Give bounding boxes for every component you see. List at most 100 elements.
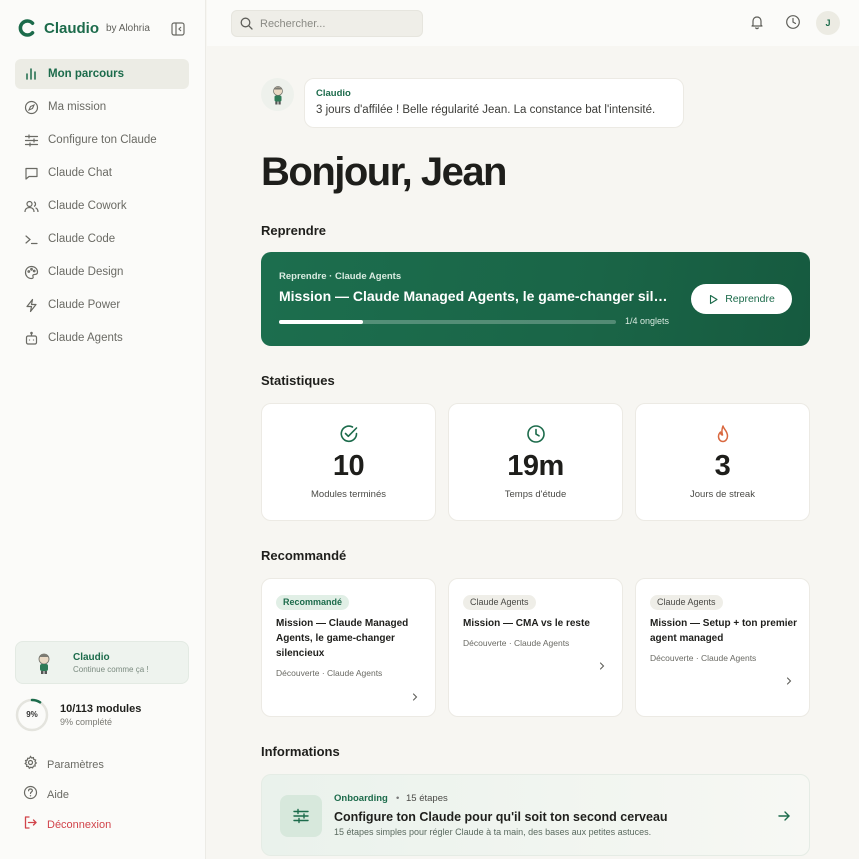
sliders-icon — [293, 808, 309, 824]
sidebar-collapse-icon[interactable] — [171, 22, 185, 36]
chevron-right-icon — [786, 677, 792, 685]
search-input[interactable] — [260, 17, 410, 30]
sidebar-item-label: Claude Cowork — [48, 200, 127, 212]
flame-icon — [717, 425, 729, 443]
claudio-logo-icon — [18, 19, 35, 37]
claudio-card-name: Claudio — [73, 652, 110, 663]
sidebar-item-claude-code[interactable]: Claude Code — [15, 224, 189, 254]
recommended-title: Mission — CMA vs le reste — [463, 618, 590, 629]
stat-label: Temps d'étude — [504, 489, 567, 500]
sidebar-item-aide[interactable]: Aide — [15, 780, 189, 810]
brand-name: Claudio — [44, 19, 99, 37]
chevron-right-icon — [412, 693, 418, 701]
users-icon — [23, 198, 39, 214]
message-sender: Claudio — [316, 88, 351, 99]
resume-progress-bar — [279, 320, 616, 324]
section-title-recommande: Recommandé — [261, 548, 347, 563]
stat-value: 19m — [507, 450, 564, 482]
section-title-reprendre: Reprendre — [261, 223, 327, 238]
sidebar-item-label: Configure ton Claude — [48, 134, 157, 146]
modules-progress: 9% 10/113 modules 9% complété — [15, 698, 189, 734]
claudio-avatar — [261, 78, 294, 111]
help-icon — [23, 785, 38, 805]
sidebar-item-configure[interactable]: Configure ton Claude — [15, 125, 189, 155]
palette-icon — [23, 264, 39, 280]
recommended-meta: Découverte · Claude Agents — [650, 653, 757, 663]
recommended-card[interactable]: Claude Agents Mission — Setup + ton prem… — [635, 578, 810, 717]
sidebar: Claudio by Alohria Mon parcours Ma missi… — [0, 0, 206, 859]
recommended-badge: Claude Agents — [463, 595, 536, 610]
sidebar-item-label: Ma mission — [48, 101, 107, 113]
sidebar-item-label: Déconnexion — [47, 819, 112, 831]
recommended-meta: Découverte · Claude Agents — [463, 638, 570, 648]
sidebar-item-label: Claude Agents — [48, 332, 123, 344]
terminal-icon — [23, 231, 39, 247]
sidebar-item-deconnexion[interactable]: Déconnexion — [15, 810, 189, 840]
avatar[interactable]: J — [816, 11, 840, 35]
history-icon[interactable] — [785, 14, 801, 30]
claudio-mascot-icon — [38, 653, 50, 674]
brand-by: by Alohria — [106, 22, 150, 34]
info-separator: • — [396, 793, 400, 804]
search-box[interactable] — [231, 10, 423, 37]
recommended-badge: Claude Agents — [650, 595, 723, 610]
sidebar-item-label: Paramètres — [47, 759, 104, 771]
resume-progress-fill — [279, 320, 364, 324]
recommended-card[interactable]: Claude Agents Mission — CMA vs le reste … — [448, 578, 623, 717]
info-tag: Onboarding — [334, 793, 388, 804]
claudio-mascot-card: Claudio Continue comme ça ! — [15, 641, 189, 684]
play-icon — [710, 294, 718, 304]
page-title: Bonjour, Jean — [261, 150, 508, 194]
bolt-icon — [23, 297, 39, 313]
clock-icon — [527, 425, 545, 443]
info-card-icon — [280, 795, 322, 837]
stat-label: Jours de streak — [690, 489, 755, 500]
chevron-right-icon — [599, 662, 605, 670]
resume-label: Reprendre · Claude Agents — [279, 271, 402, 282]
sidebar-nav: Mon parcours Ma mission Configure ton Cl… — [15, 59, 189, 356]
info-card-onboarding[interactable]: Onboarding • 15 étapes Configure ton Cla… — [261, 774, 810, 856]
resume-button[interactable]: Reprendre — [691, 284, 792, 314]
sidebar-item-claude-agents[interactable]: Claude Agents — [15, 323, 189, 353]
sidebar-item-claude-design[interactable]: Claude Design — [15, 257, 189, 287]
section-title-statistiques: Statistiques — [261, 373, 335, 388]
info-steps: 15 étapes — [406, 793, 448, 804]
sidebar-item-ma-mission[interactable]: Ma mission — [15, 92, 189, 122]
arrow-right-icon[interactable] — [777, 809, 791, 823]
recommended-title: Mission — Claude Managed Agents, le game… — [276, 618, 409, 659]
resume-progress-count: 1/4 onglets — [625, 316, 670, 326]
bell-icon[interactable] — [749, 14, 765, 30]
bar-chart-icon — [23, 66, 39, 82]
main-content: Claudio 3 jours d'affilée ! Belle régula… — [261, 46, 810, 859]
sidebar-item-claude-chat[interactable]: Claude Chat — [15, 158, 189, 188]
info-subtitle: 15 étapes simples pour régler Claude à t… — [334, 827, 652, 837]
chat-icon — [23, 165, 39, 181]
stat-card-time: 19m Temps d'étude — [448, 403, 623, 521]
stat-label: Modules terminés — [311, 489, 386, 500]
sidebar-item-parametres[interactable]: Paramètres — [15, 750, 189, 780]
sidebar-item-claude-power[interactable]: Claude Power — [15, 290, 189, 320]
resume-title: Mission — Claude Managed Agents, le game… — [279, 288, 675, 304]
topbar: J — [207, 0, 859, 46]
progress-ring-label: 9% — [26, 710, 38, 719]
stat-card-streak: 3 Jours de streak — [635, 403, 810, 521]
recommended-title: Mission — Setup + ton premier agent mana… — [650, 618, 797, 644]
resume-card[interactable]: Reprendre · Claude Agents Mission — Clau… — [261, 252, 810, 346]
sidebar-item-label: Claude Design — [48, 266, 124, 278]
claudio-message: Claudio 3 jours d'affilée ! Belle régula… — [304, 78, 684, 128]
gear-icon — [23, 755, 38, 775]
stat-value: 3 — [714, 450, 731, 482]
info-title: Configure ton Claude pour qu'il soit ton… — [334, 810, 668, 824]
check-circle-icon — [340, 425, 358, 443]
brand[interactable]: Claudio by Alohria — [17, 18, 150, 38]
sidebar-item-mon-parcours[interactable]: Mon parcours — [15, 59, 189, 89]
sidebar-bottom-nav: Paramètres Aide Déconnexion — [15, 750, 189, 840]
resume-button-label: Reprendre — [725, 293, 775, 305]
progress-subtitle: 9% complété — [60, 717, 113, 727]
sidebar-item-label: Claude Code — [48, 233, 116, 245]
claudio-mascot-icon — [272, 85, 283, 104]
sidebar-item-claude-cowork[interactable]: Claude Cowork — [15, 191, 189, 221]
recommended-card[interactable]: Recommandé Mission — Claude Managed Agen… — [261, 578, 436, 717]
claudio-card-subtitle: Continue comme ça ! — [73, 665, 149, 674]
sidebar-item-label: Aide — [47, 789, 70, 801]
